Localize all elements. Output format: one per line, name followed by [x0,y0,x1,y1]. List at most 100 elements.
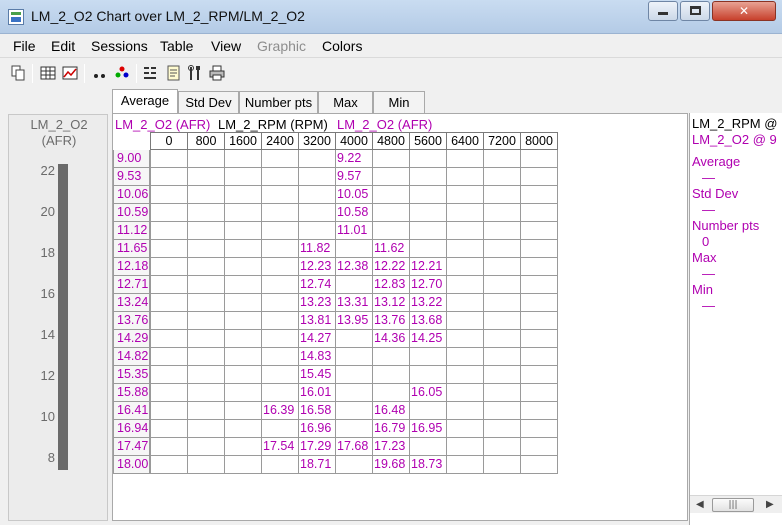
table-cell[interactable] [409,204,447,222]
horizontal-scrollbar[interactable]: ◀ ||| ▶ [690,495,782,513]
table-cell[interactable] [298,204,336,222]
table-cell[interactable] [483,330,521,348]
table-cell[interactable]: 11.01 [335,222,373,240]
table-cell[interactable] [372,168,410,186]
tools-icon[interactable] [186,64,204,82]
menu-view[interactable]: View [211,38,241,54]
table-cell[interactable] [187,456,225,474]
table-cell[interactable] [483,168,521,186]
table-cell[interactable] [335,330,373,348]
table-cell[interactable] [224,402,262,420]
table-cell[interactable] [483,312,521,330]
table-cell[interactable] [150,204,188,222]
table-cell[interactable] [187,402,225,420]
table-cell[interactable] [483,204,521,222]
table-cell[interactable] [261,168,299,186]
table-cell[interactable]: 17.68 [335,438,373,456]
table-cell[interactable] [187,186,225,204]
table-cell[interactable] [261,312,299,330]
table-cell[interactable] [224,222,262,240]
table-cell[interactable] [335,366,373,384]
table-cell[interactable] [224,456,262,474]
table-cell[interactable]: 12.23 [298,258,336,276]
table-cell[interactable]: 18.73 [409,456,447,474]
table-cell[interactable] [150,438,188,456]
table-cell[interactable]: 16.58 [298,402,336,420]
table-cell[interactable] [187,240,225,258]
table-cell[interactable]: 12.21 [409,258,447,276]
table-cell[interactable]: 14.36 [372,330,410,348]
table-cell[interactable]: 13.76 [372,312,410,330]
table-cell[interactable] [520,348,558,366]
table-cell[interactable] [409,438,447,456]
table-cell[interactable] [483,420,521,438]
table-cell[interactable] [224,186,262,204]
table-cell[interactable]: 17.29 [298,438,336,456]
table-cell[interactable] [520,258,558,276]
table-cell[interactable]: 16.05 [409,384,447,402]
table-cell[interactable]: 11.82 [298,240,336,258]
table-cell[interactable] [224,348,262,366]
table-cell[interactable]: 12.83 [372,276,410,294]
table-cell[interactable] [187,330,225,348]
table-cell[interactable] [483,240,521,258]
table-cell[interactable] [520,312,558,330]
table-cell[interactable] [261,150,299,168]
table-cell[interactable] [224,204,262,222]
table-cell[interactable] [483,294,521,312]
table-cell[interactable]: 16.79 [372,420,410,438]
table-cell[interactable] [409,222,447,240]
table-cell[interactable] [224,312,262,330]
table-cell[interactable]: 14.25 [409,330,447,348]
table-cell[interactable] [446,186,484,204]
tab-max[interactable]: Max [318,91,373,113]
table-cell[interactable] [409,348,447,366]
table-cell[interactable]: 14.27 [298,330,336,348]
table-cell[interactable] [261,348,299,366]
table-cell[interactable] [187,438,225,456]
table-cell[interactable] [520,150,558,168]
table-cell[interactable] [335,276,373,294]
table-cell[interactable] [446,438,484,456]
table-cell[interactable] [520,330,558,348]
table-cell[interactable]: 12.22 [372,258,410,276]
table-cell[interactable] [483,258,521,276]
table-cell[interactable] [446,294,484,312]
table-cell[interactable] [150,456,188,474]
table-cell[interactable] [446,420,484,438]
table-cell[interactable] [150,330,188,348]
table-cell[interactable] [409,150,447,168]
menu-colors[interactable]: Colors [322,38,362,54]
menu-table[interactable]: Table [160,38,193,54]
table-cell[interactable] [261,258,299,276]
table-cell[interactable] [261,276,299,294]
table-cell[interactable] [335,240,373,258]
table-cell[interactable] [150,276,188,294]
table-cell[interactable] [372,150,410,168]
table-cell[interactable] [298,222,336,240]
table-cell[interactable] [520,186,558,204]
table-cell[interactable] [224,420,262,438]
table-cell[interactable] [446,150,484,168]
table-cell[interactable] [446,366,484,384]
table-cell[interactable] [261,330,299,348]
table-cell[interactable]: 16.01 [298,384,336,402]
table-cell[interactable] [261,222,299,240]
table-cell[interactable] [150,384,188,402]
table-cell[interactable]: 16.48 [372,402,410,420]
table-cell[interactable] [520,438,558,456]
table-cell[interactable] [224,240,262,258]
maximize-button[interactable] [680,1,710,21]
table-cell[interactable] [409,366,447,384]
table-cell[interactable] [187,222,225,240]
table-cell[interactable] [372,384,410,402]
table-cell[interactable] [261,366,299,384]
table-cell[interactable]: 13.12 [372,294,410,312]
table-cell[interactable]: 18.71 [298,456,336,474]
table-cell[interactable] [520,276,558,294]
table-cell[interactable] [335,384,373,402]
table-cell[interactable] [483,456,521,474]
table-cell[interactable] [372,186,410,204]
table-cell[interactable] [224,150,262,168]
scroll-left-icon[interactable]: ◀ [696,499,704,510]
